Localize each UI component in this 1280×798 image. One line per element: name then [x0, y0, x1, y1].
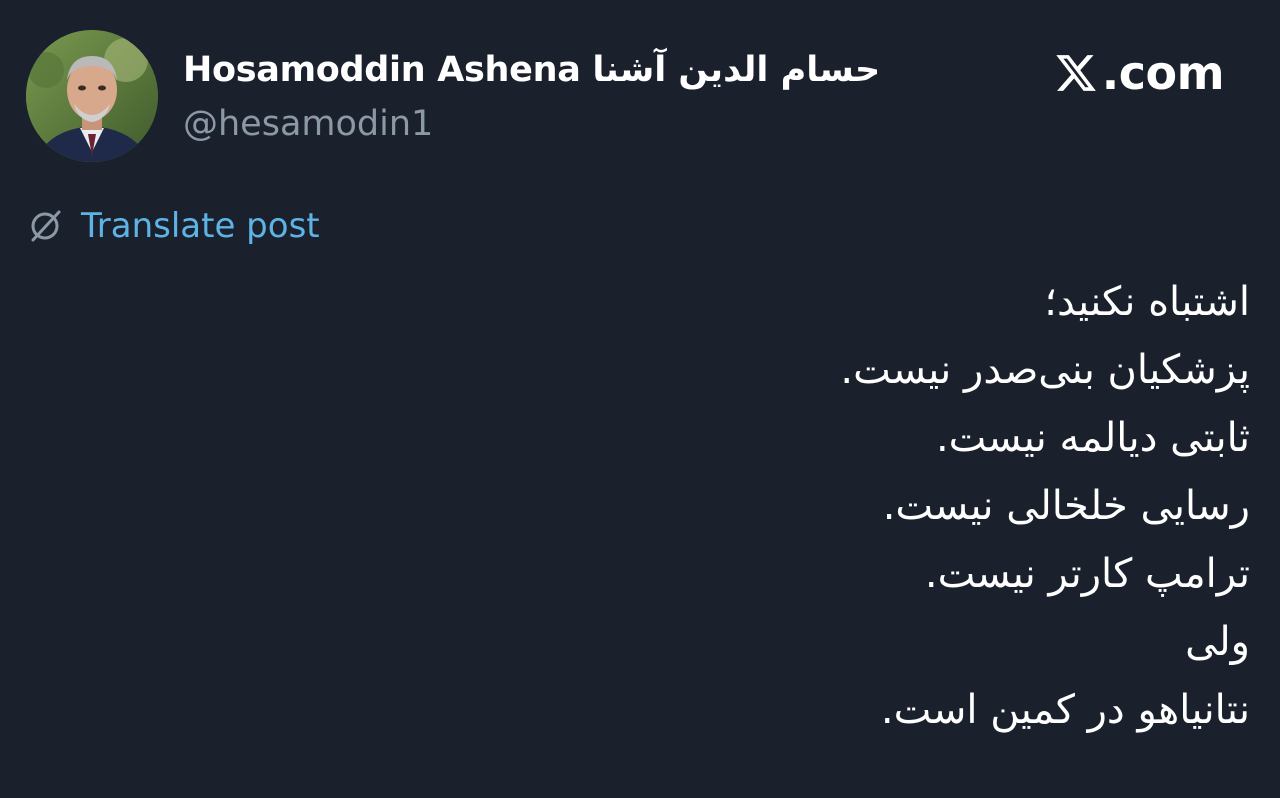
post-line: پزشکیان بنی‌صدر نیست.	[840, 347, 1250, 393]
translate-globe-icon	[31, 210, 61, 242]
brand-domain: .com	[1101, 46, 1225, 100]
brand-logo[interactable]: .com	[1054, 40, 1225, 106]
post-line: ترامپ کارتر نیست.	[924, 551, 1250, 597]
author-handle[interactable]: @hesamodin1	[183, 100, 433, 148]
translate-post-label: Translate post	[81, 206, 320, 246]
post-line: ثابتی دیالمه نیست.	[935, 415, 1250, 461]
post-line: ولی	[1185, 619, 1250, 665]
author-display-name[interactable]: Hosamoddin Ashena حسام الدین آشنا	[183, 46, 881, 94]
translate-post-link[interactable]: Translate post	[25, 202, 320, 250]
post-line: اشتباه نکنید؛	[1044, 279, 1250, 325]
post-card: Hosamoddin Ashena حسام الدین آشنا @hesam…	[0, 0, 1280, 798]
avatar[interactable]	[26, 30, 158, 162]
post-line: رسایی خلخالی نیست.	[882, 483, 1250, 529]
post-text: اشتباه نکنید؛ پزشکیان بنی‌صدر نیست. ثابت…	[250, 268, 1250, 744]
x-logo-icon	[1056, 55, 1096, 91]
post-line: نتانیاهو در کمین است.	[880, 687, 1250, 733]
avatar-image	[26, 30, 158, 162]
